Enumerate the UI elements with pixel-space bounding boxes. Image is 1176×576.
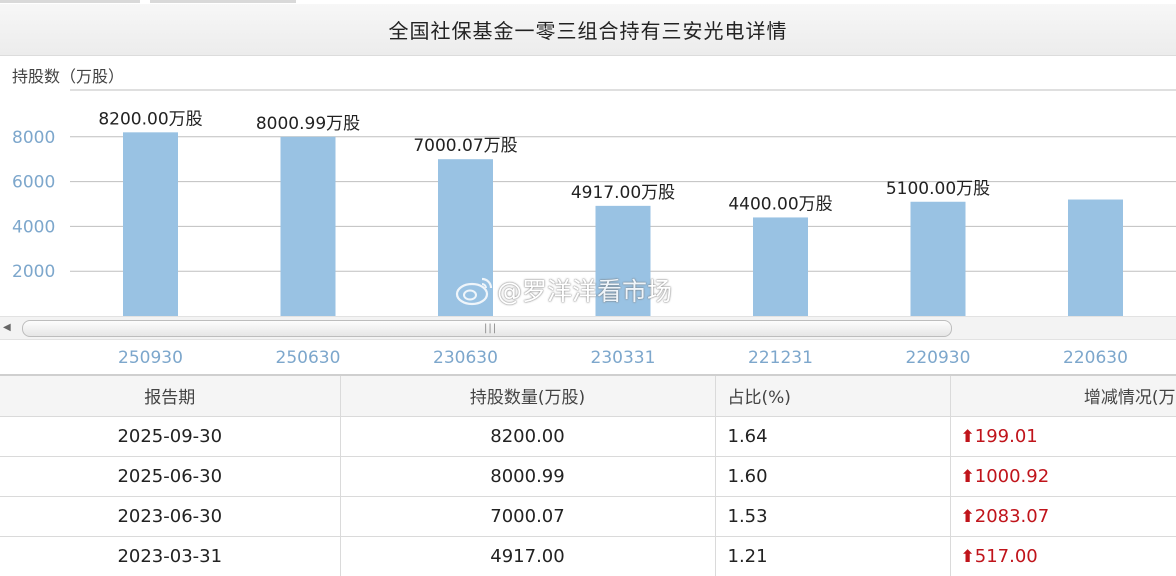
cell-ratio: 1.21 xyxy=(715,536,951,576)
table-header-row: 报告期 持股数量(万股) 占比(%) 增减情况(万 xyxy=(0,376,1176,417)
change-value: 1000.92 xyxy=(974,465,1050,487)
y-tick-label: 8000 xyxy=(12,128,55,148)
cell-period: 2023-06-30 xyxy=(0,496,341,537)
holdings-table: 报告期 持股数量(万股) 占比(%) 增减情况(万 2025-09-30 8200… xyxy=(0,376,1176,576)
cell-change: ⬆199.01 xyxy=(950,416,1176,457)
header-shares: 持股数量(万股) xyxy=(340,376,716,417)
tab-indicator[interactable] xyxy=(150,0,296,3)
x-tick-label: 250630 xyxy=(275,348,341,368)
bar-data-label: 5100.00万股 xyxy=(886,179,990,199)
bar-250930[interactable] xyxy=(123,132,178,316)
increase-arrow-icon: ⬆ xyxy=(960,506,975,527)
bar-220630[interactable] xyxy=(1068,199,1123,316)
scroll-grip-icon: ||| xyxy=(484,323,498,334)
bar-data-label: 8200.00万股 xyxy=(98,109,202,129)
x-tick-label: 220930 xyxy=(905,348,971,368)
holdings-table-container: 报告期 持股数量(万股) 占比(%) 增减情况(万 2025-09-30 8200… xyxy=(0,374,1176,576)
increase-arrow-icon: ⬆ xyxy=(960,466,975,487)
weibo-logo-icon xyxy=(455,277,493,306)
cell-change: ⬆2083.07 xyxy=(950,496,1176,537)
x-axis-labels: 250930 250630 230630 230331 221231 220930 2206… xyxy=(0,344,1176,372)
x-tick-label: 230630 xyxy=(433,348,498,368)
chart-title-bar: 全国社保基金一零三组合持有三安光电详情 xyxy=(0,4,1176,56)
header-ratio: 占比(%) xyxy=(715,376,951,417)
bar-data-label: 4917.00万股 xyxy=(571,183,675,203)
cell-ratio: 1.53 xyxy=(715,496,951,537)
table-row: 2025-06-30 8000.99 1.60 ⬆1000.92 xyxy=(0,456,1176,497)
table-row: 2023-06-30 7000.07 1.53 ⬆2083.07 xyxy=(0,496,1176,537)
x-tick-label: 220630 xyxy=(1063,348,1128,368)
change-value: 2083.07 xyxy=(974,505,1050,527)
bar-250630[interactable] xyxy=(280,136,336,316)
header-change: 增减情况(万 xyxy=(950,376,1176,417)
change-value: 517.00 xyxy=(974,545,1038,567)
x-tick-label: 221231 xyxy=(748,348,813,368)
table-row: 2025-09-30 8200.00 1.64 ⬆199.01 xyxy=(0,416,1176,457)
bar-data-label: 7000.07万股 xyxy=(413,136,517,156)
scroll-thumb[interactable]: ||| xyxy=(22,320,952,337)
scroll-left-arrow-icon[interactable]: ◀ xyxy=(3,322,15,334)
bar-220930[interactable] xyxy=(910,201,966,316)
cell-ratio: 1.64 xyxy=(715,416,951,457)
header-period: 报告期 xyxy=(0,376,341,417)
y-tick-label: 4000 xyxy=(12,217,55,237)
watermark: @罗洋洋看市场 xyxy=(455,272,672,308)
cell-period: 2023-03-31 xyxy=(0,536,341,576)
cell-change: ⬆517.00 xyxy=(950,536,1176,576)
cell-shares: 4917.00 xyxy=(340,536,716,576)
x-tick-label: 230331 xyxy=(590,348,656,368)
increase-arrow-icon: ⬆ xyxy=(960,426,975,447)
change-value: 199.01 xyxy=(974,425,1038,447)
bar-data-label: 4400.00万股 xyxy=(728,194,832,214)
cell-period: 2025-09-30 xyxy=(0,416,341,457)
tab-indicator[interactable] xyxy=(0,0,140,3)
watermark-text: @罗洋洋看市场 xyxy=(497,277,673,306)
table-row: 2023-03-31 4917.00 1.21 ⬆517.00 xyxy=(0,536,1176,576)
chart-scrollbar[interactable]: ◀ ||| xyxy=(0,316,1176,340)
cell-ratio: 1.60 xyxy=(715,456,951,497)
cell-shares: 7000.07 xyxy=(340,496,716,537)
cell-shares: 8200.00 xyxy=(340,416,716,457)
bar-data-label: 8000.99万股 xyxy=(256,114,360,134)
cell-change: ⬆1000.92 xyxy=(950,456,1176,497)
y-tick-label: 6000 xyxy=(12,173,55,193)
cell-shares: 8000.99 xyxy=(340,456,716,497)
bar-221231[interactable] xyxy=(753,217,808,316)
increase-arrow-icon: ⬆ xyxy=(960,546,975,567)
x-tick-label: 250930 xyxy=(118,348,183,368)
y-tick-label: 2000 xyxy=(12,262,55,282)
page-title: 全国社保基金一零三组合持有三安光电详情 xyxy=(388,19,788,43)
cell-period: 2025-06-30 xyxy=(0,456,341,497)
